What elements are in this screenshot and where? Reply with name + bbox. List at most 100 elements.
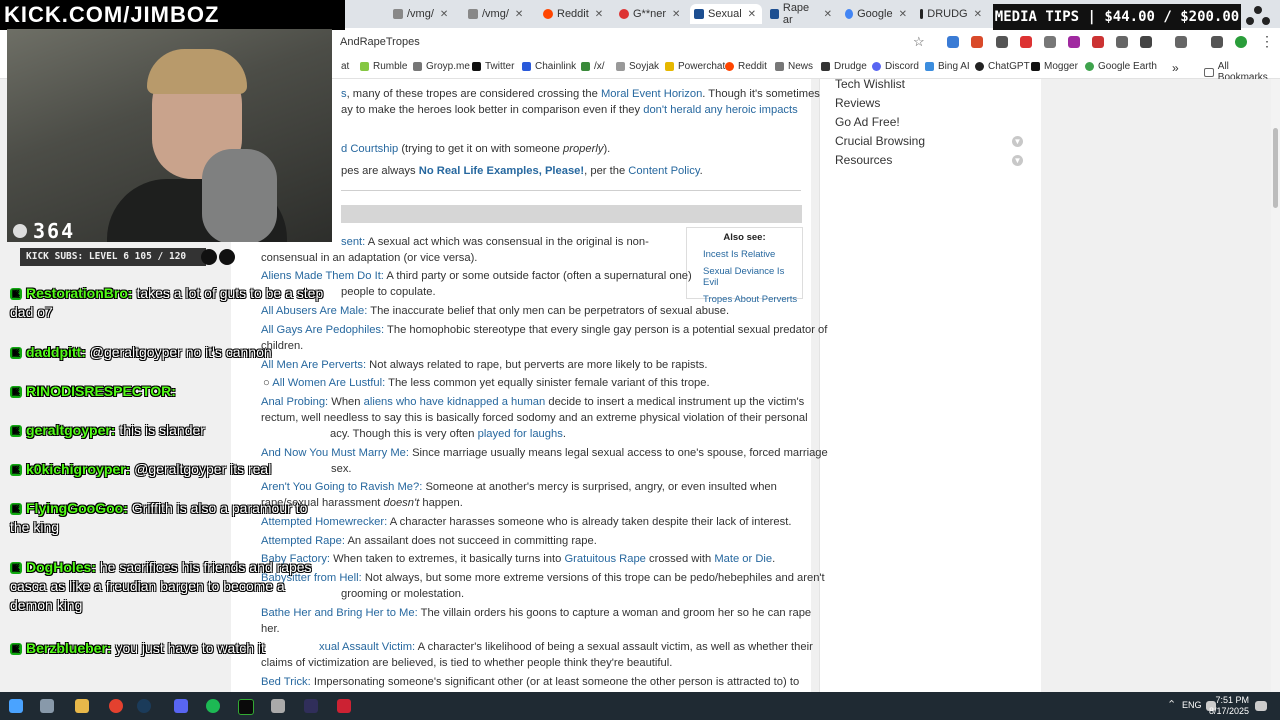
stream-banner: KICK.COM/JIMBOZ xyxy=(0,0,345,30)
bookmark-rumble[interactable]: Rumble xyxy=(360,61,407,72)
sidebar-item-reviews[interactable]: Reviews xyxy=(835,96,880,110)
bookmark-google-earth[interactable]: Google Earth xyxy=(1085,61,1157,72)
chatgpt-icon xyxy=(975,62,984,71)
discord-icon[interactable] xyxy=(174,699,188,713)
link-tropes-about-perverts[interactable]: Tropes About Perverts xyxy=(703,294,802,305)
list-item: Attempted Homewrecker: A character haras… xyxy=(261,516,792,528)
windows-start-icon[interactable] xyxy=(9,699,23,713)
sidebar-item-resources[interactable]: Resources xyxy=(835,153,892,167)
extension-icon[interactable] xyxy=(1044,36,1056,48)
close-icon[interactable]: ✕ xyxy=(515,9,523,20)
bing-icon xyxy=(925,62,934,71)
bookmark-news[interactable]: News xyxy=(775,61,813,72)
sidebar-item-tech-wishlist[interactable]: Tech Wishlist xyxy=(835,77,905,91)
url-text[interactable]: AndRapeTropes xyxy=(340,36,420,48)
bookmark-powerchat[interactable]: Powerchat xyxy=(665,61,725,72)
chevron-down-icon[interactable]: ▼ xyxy=(1012,155,1023,166)
steam-icon[interactable] xyxy=(137,699,151,713)
more-bookmarks-icon[interactable]: » xyxy=(1172,61,1179,75)
tab-google[interactable]: Google ✕ xyxy=(841,4,911,24)
news-icon xyxy=(775,62,784,71)
extension-icon[interactable] xyxy=(1092,36,1104,48)
chevron-down-icon[interactable]: ▼ xyxy=(1012,136,1023,147)
more-icon[interactable]: ⋮ xyxy=(1260,33,1274,50)
scrollbar-thumb[interactable] xyxy=(1273,128,1278,208)
bookmark-mogger[interactable]: Mogger xyxy=(1031,61,1078,72)
app-icon[interactable] xyxy=(337,699,351,713)
extension-icon[interactable] xyxy=(1020,36,1032,48)
folder-icon xyxy=(1204,67,1214,77)
notifications-icon[interactable] xyxy=(1255,701,1267,711)
bookmark-drudge[interactable]: Drudge xyxy=(821,61,867,72)
close-icon[interactable]: ✕ xyxy=(440,9,448,20)
extension-icon[interactable] xyxy=(1068,36,1080,48)
close-icon[interactable]: ✕ xyxy=(748,9,756,20)
app-icon[interactable] xyxy=(271,699,285,713)
spotify-icon[interactable] xyxy=(206,699,220,713)
tab-sexual[interactable]: Sexual ✕ xyxy=(690,4,762,24)
bookmark-x[interactable]: /x/ xyxy=(581,61,605,72)
link-heroic-impacts[interactable]: don't herald any heroic impacts xyxy=(643,104,798,116)
bookmark-chainlink[interactable]: Chainlink xyxy=(522,61,576,72)
viewer-count: 364 xyxy=(13,219,75,242)
bookmark-soyjak[interactable]: Soyjak xyxy=(616,61,659,72)
link-sexual-deviance[interactable]: Sexual Deviance Is Evil xyxy=(703,266,802,288)
sidebar-item-crucial-browsing[interactable]: Crucial Browsing xyxy=(835,134,925,148)
also-see-box: Also see: Incest Is Relative Sexual Devi… xyxy=(686,227,803,305)
chat-message: K RestorationBro: takes a lot of guts to … xyxy=(10,285,324,320)
stream-logo-icon xyxy=(1246,6,1270,28)
tab-gner[interactable]: G**ner ✕ xyxy=(615,4,685,24)
bookmark-at[interactable]: at xyxy=(341,61,349,72)
tab-vmg-1[interactable]: /vmg/✕ xyxy=(389,4,459,24)
close-icon[interactable]: ✕ xyxy=(595,9,603,20)
also-see-title: Also see: xyxy=(723,232,766,243)
chrome-icon[interactable] xyxy=(109,699,123,713)
terminal-icon[interactable] xyxy=(238,699,254,715)
puzzle-icon[interactable] xyxy=(1140,36,1152,48)
tab-rape[interactable]: Rape ar ✕ xyxy=(766,2,836,26)
bookmark-discord[interactable]: Discord xyxy=(872,61,919,72)
extension-icon[interactable] xyxy=(947,36,959,48)
extension-icon[interactable] xyxy=(971,36,983,48)
list-item: All Abusers Are Male: The inaccurate bel… xyxy=(261,305,730,317)
bookmark-twitter[interactable]: Twitter xyxy=(472,61,514,72)
streamer-hair xyxy=(147,49,247,94)
obs-icon[interactable] xyxy=(304,699,318,713)
intro-line-2: ay to make the heroes look better in com… xyxy=(341,104,798,116)
extension-icon[interactable] xyxy=(996,36,1008,48)
link-moral-event-horizon[interactable]: Moral Event Horizon xyxy=(601,88,702,100)
file-explorer-icon[interactable] xyxy=(75,699,89,713)
close-icon[interactable]: ✕ xyxy=(974,9,982,20)
bookmark-reddit[interactable]: Reddit xyxy=(725,61,767,72)
close-icon[interactable]: ✕ xyxy=(824,9,832,20)
powerchat-icon xyxy=(665,62,674,71)
close-icon[interactable]: ✕ xyxy=(899,9,907,20)
link-content-policy[interactable]: Content Policy xyxy=(628,165,699,177)
star-icon[interactable]: ☆ xyxy=(913,34,925,50)
task-view-icon[interactable] xyxy=(40,699,54,713)
menu-icon[interactable] xyxy=(1211,36,1223,48)
bookmark-chatgpt[interactable]: ChatGPT xyxy=(975,61,1030,72)
courtship-line: d Courtship (trying to get it on with so… xyxy=(341,143,611,155)
extension-icon[interactable] xyxy=(1116,36,1128,48)
tray-chevron-icon[interactable]: ⌃ xyxy=(1167,698,1176,711)
bookmark-groyp[interactable]: Groyp.me xyxy=(413,61,470,72)
sidebar-item-go-ad-free[interactable]: Go Ad Free! xyxy=(835,115,900,129)
bookmark-bing[interactable]: Bing AI xyxy=(925,61,970,72)
sidepanel-icon[interactable] xyxy=(1175,36,1187,48)
soyjak-icon xyxy=(616,62,625,71)
close-icon[interactable]: ✕ xyxy=(672,9,680,20)
tab-drudge[interactable]: DRUDG ✕ xyxy=(916,4,986,24)
link-courtship[interactable]: d Courtship xyxy=(341,143,398,155)
tab-vmg-2[interactable]: /vmg/✕ xyxy=(464,4,534,24)
kick-badge-icon: K xyxy=(10,386,22,399)
link-no-real-life-examples[interactable]: No Real Life Examples, Please! xyxy=(419,165,584,177)
microphone xyxy=(202,149,277,242)
folder-header-bar[interactable] xyxy=(341,205,802,223)
avatar[interactable] xyxy=(1235,36,1247,48)
tvtropes-icon xyxy=(694,9,704,19)
clock[interactable]: 7:51 PM 8/17/2025 xyxy=(1199,695,1249,717)
link-incest-is-relative[interactable]: Incest Is Relative xyxy=(703,249,802,260)
chat-message: K FlyingGooGoo: Griffith is also a paramo… xyxy=(10,500,308,535)
tab-reddit[interactable]: Reddit ✕ xyxy=(539,4,609,24)
